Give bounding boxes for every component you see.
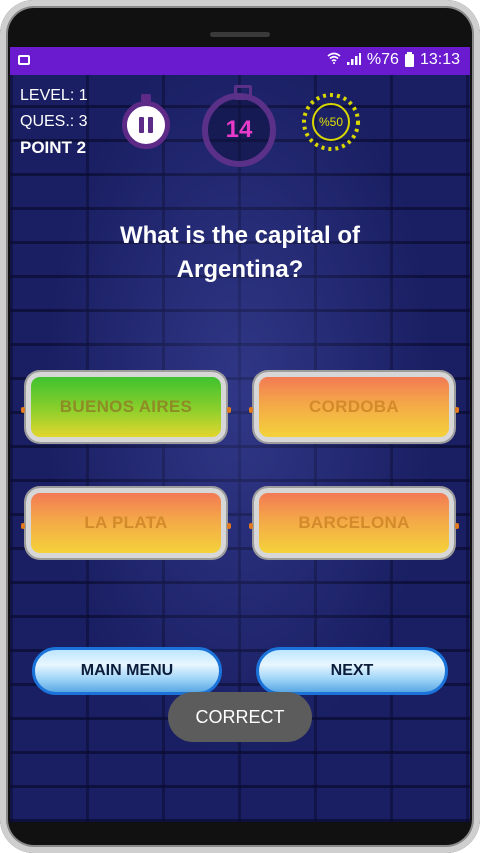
- battery-percent: %76: [366, 51, 399, 68]
- answer-nub-left: [21, 523, 25, 529]
- main-menu-button-label: MAIN MENU: [80, 662, 174, 679]
- next-button-label: NEXT: [330, 662, 374, 679]
- level-label: LEVEL: 1: [20, 87, 88, 104]
- signal-icon: [346, 52, 361, 68]
- stopwatch-icon: [234, 85, 252, 100]
- answer-option-a-label: BUENOS AIRES: [59, 397, 193, 416]
- answer-nub-right: [455, 407, 459, 413]
- answer-option-b-label: CORDOBA: [309, 397, 399, 416]
- next-button[interactable]: NEXT: [256, 647, 448, 695]
- image-icon: [18, 55, 30, 65]
- pause-icon-bar-right: [148, 117, 153, 133]
- answer-nub-left: [249, 407, 253, 413]
- phone-speaker: [210, 32, 270, 37]
- pause-button[interactable]: [122, 94, 170, 149]
- battery-icon: [404, 51, 414, 67]
- clock-time: 13:13: [419, 51, 460, 68]
- toast-message: CORRECT: [168, 692, 312, 742]
- pause-icon-bar-left: [139, 117, 144, 133]
- status-bar: %76 13:13: [10, 47, 470, 75]
- timer-value: 14: [225, 116, 253, 143]
- main-menu-button[interactable]: MAIN MENU: [32, 647, 222, 695]
- answer-option-c-label: LA PLATA: [84, 513, 168, 532]
- answer-nub-left: [21, 407, 25, 413]
- answer-option-d[interactable]: BARCELONA: [249, 488, 459, 558]
- countdown-timer: 14: [202, 85, 276, 167]
- pause-button-knob: [141, 94, 151, 102]
- toast-text: CORRECT: [195, 706, 285, 727]
- answer-nub-right: [227, 523, 231, 529]
- fifty-fifty-lifeline-button[interactable]: %50: [300, 91, 362, 153]
- answer-option-d-label: BARCELONA: [298, 513, 410, 532]
- fifty-fifty-label: %50: [318, 115, 344, 129]
- game-stats: LEVEL: 1 QUES.: 3 POINT 2: [20, 83, 88, 161]
- question-text: What is the capital of Argentina?: [119, 222, 361, 283]
- wifi-icon: [327, 51, 341, 69]
- game-screen: %76 13:13 LEVEL: 1 QUES.: 3 POINT 2 14 %…: [10, 47, 470, 822]
- answer-nub-right: [227, 407, 231, 413]
- answer-option-c[interactable]: LA PLATA: [21, 488, 231, 558]
- answer-nub-right: [455, 523, 459, 529]
- phone-frame: %76 13:13 LEVEL: 1 QUES.: 3 POINT 2 14 %…: [0, 0, 480, 853]
- answer-option-b[interactable]: CORDOBA: [249, 372, 459, 442]
- status-right: %76 13:13: [327, 51, 460, 69]
- answer-nub-left: [249, 523, 253, 529]
- answer-option-a[interactable]: BUENOS AIRES: [21, 372, 231, 442]
- question-number-label: QUES.: 3: [20, 113, 88, 130]
- points-label: POINT 2: [20, 138, 87, 157]
